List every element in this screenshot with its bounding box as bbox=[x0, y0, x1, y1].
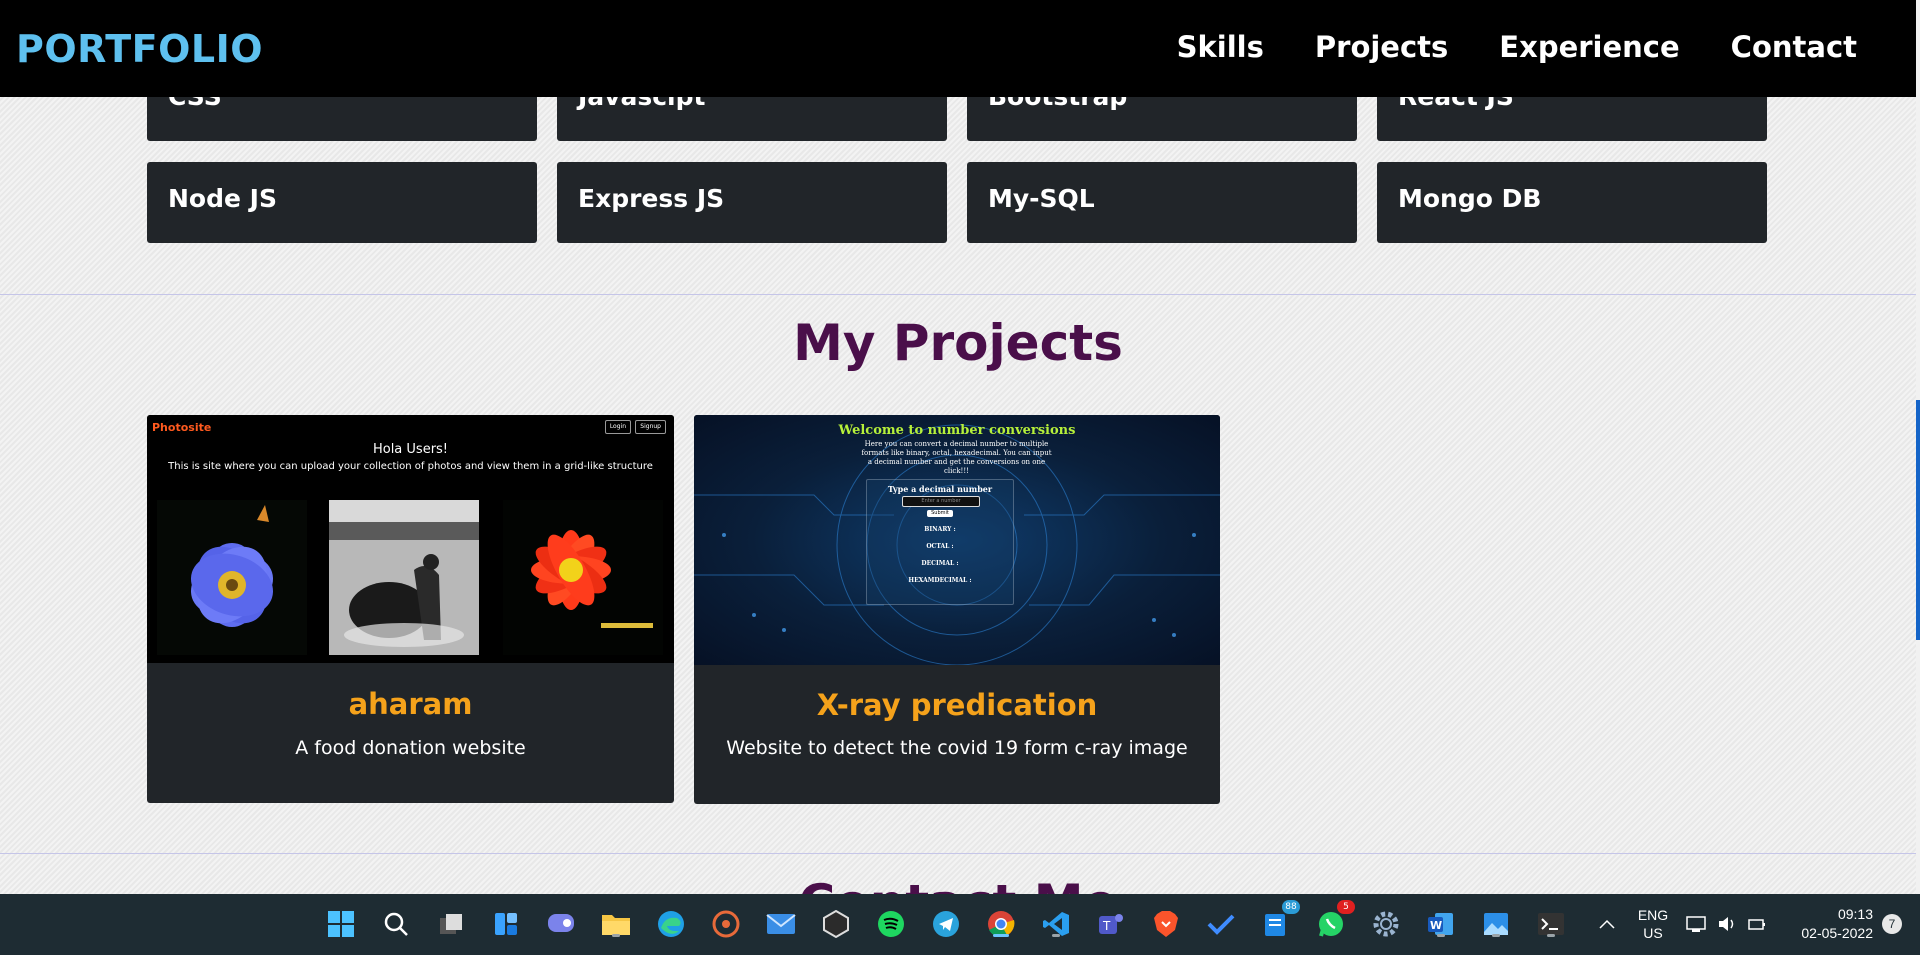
nav-link-projects[interactable]: Projects bbox=[1315, 30, 1448, 64]
preview-heading: Welcome to number conversions bbox=[838, 423, 1076, 438]
region-label: US bbox=[1643, 925, 1663, 941]
chevron-up-icon[interactable] bbox=[1595, 908, 1619, 940]
project-title[interactable]: X-ray predication bbox=[694, 688, 1220, 722]
running-indicator bbox=[1492, 934, 1500, 937]
spotify-icon[interactable] bbox=[875, 908, 907, 940]
notification-count[interactable]: 7 bbox=[1882, 914, 1902, 934]
project-preview-image: Welcome to number conversions Here you c… bbox=[694, 415, 1220, 665]
preview-submit: Submit bbox=[927, 510, 953, 517]
skill-tile: Express JS bbox=[557, 162, 947, 243]
language-label: ENG bbox=[1637, 907, 1669, 923]
taskbar: T 88 5 W ENG US 09:13 02-05-2022 7 bbox=[0, 894, 1920, 955]
skill-label: Mongo DB bbox=[1398, 184, 1542, 213]
widgets-icon[interactable] bbox=[490, 908, 522, 940]
nav-links: Skills Projects Experience Contact bbox=[1177, 30, 1857, 64]
todo-icon[interactable] bbox=[1205, 908, 1237, 940]
volume-icon[interactable] bbox=[1715, 908, 1739, 940]
chrome-icon[interactable] bbox=[985, 908, 1017, 940]
blue-flower-photo bbox=[157, 500, 307, 655]
skill-tile: Mongo DB bbox=[1377, 162, 1767, 243]
mail-icon[interactable] bbox=[765, 908, 797, 940]
preview-paragraph: Here you can convert a decimal number to… bbox=[861, 440, 1052, 475]
terminal-icon[interactable] bbox=[1535, 908, 1567, 940]
preview-result: DECIMAL : bbox=[921, 560, 959, 567]
preview-signup-button: Signup bbox=[635, 420, 666, 434]
projects-title: My Projects bbox=[793, 314, 1123, 372]
tasks-icon[interactable]: 88 bbox=[1260, 900, 1300, 940]
nav-link-contact[interactable]: Contact bbox=[1731, 30, 1857, 64]
running-indicator bbox=[1052, 934, 1060, 937]
clock-time: 09:13 bbox=[1837, 906, 1873, 922]
preview-result: BINARY : bbox=[924, 526, 956, 533]
whatsapp-badge: 5 bbox=[1337, 900, 1355, 914]
tasks-badge: 88 bbox=[1282, 900, 1300, 914]
active-indicator bbox=[993, 934, 1009, 937]
grayscale-photo bbox=[329, 500, 479, 655]
preview-subheading: This is site where you can upload your c… bbox=[168, 461, 653, 472]
navbar: PORTFOLIO Skills Projects Experience Con… bbox=[0, 0, 1916, 97]
unity-icon[interactable] bbox=[820, 908, 852, 940]
svg-text:W: W bbox=[1430, 919, 1442, 932]
word-icon[interactable]: W bbox=[1425, 908, 1457, 940]
project-card[interactable]: Photosite Login Signup Hola Users! This … bbox=[147, 415, 674, 803]
clock[interactable]: 09:13 02-05-2022 bbox=[1783, 905, 1873, 943]
project-card[interactable]: Welcome to number conversions Here you c… bbox=[694, 415, 1220, 804]
groove-music-icon[interactable] bbox=[710, 908, 742, 940]
conversion-box: Type a decimal number Enter a number Sub… bbox=[866, 479, 1014, 605]
project-description: Website to detect the covid 19 form c-ra… bbox=[726, 737, 1188, 759]
edge-icon[interactable] bbox=[655, 908, 687, 940]
brand-logo[interactable]: PORTFOLIO bbox=[16, 27, 263, 71]
preview-input-label: Type a decimal number bbox=[887, 484, 993, 494]
settings-icon[interactable] bbox=[1370, 908, 1402, 940]
preview-result: OCTAL : bbox=[926, 543, 954, 550]
red-flower-photo bbox=[503, 500, 663, 655]
task-view-icon[interactable] bbox=[435, 908, 467, 940]
skill-tile: Node JS bbox=[147, 162, 537, 243]
project-description: A food donation website bbox=[295, 737, 526, 759]
language-indicator[interactable]: ENG US bbox=[1633, 906, 1673, 942]
telegram-icon[interactable] bbox=[930, 908, 962, 940]
network-icon[interactable] bbox=[1685, 908, 1709, 940]
photos-icon[interactable] bbox=[1480, 908, 1512, 940]
file-explorer-icon[interactable] bbox=[600, 908, 632, 940]
chat-icon[interactable] bbox=[545, 908, 577, 940]
clock-date: 02-05-2022 bbox=[1801, 925, 1873, 941]
project-title[interactable]: aharam bbox=[147, 687, 674, 721]
windows-start-icon[interactable] bbox=[325, 908, 357, 940]
whatsapp-icon[interactable]: 5 bbox=[1315, 900, 1355, 940]
svg-text:T: T bbox=[1102, 919, 1111, 933]
preview-login-button: Login bbox=[604, 420, 631, 434]
preview-heading: Hola Users! bbox=[372, 442, 449, 457]
battery-icon[interactable] bbox=[1745, 908, 1769, 940]
vscode-icon[interactable] bbox=[1040, 908, 1072, 940]
preview-input: Enter a number bbox=[902, 496, 980, 507]
skill-label: Express JS bbox=[578, 184, 725, 213]
section-divider bbox=[0, 853, 1916, 854]
nav-link-skills[interactable]: Skills bbox=[1177, 30, 1264, 64]
skill-tile: My-SQL bbox=[967, 162, 1357, 243]
skill-label: My-SQL bbox=[988, 184, 1095, 213]
preview-result: HEXAMDECIMAL : bbox=[908, 577, 972, 584]
scrollbar-thumb[interactable] bbox=[1916, 400, 1920, 640]
running-indicator bbox=[1437, 934, 1445, 937]
search-icon[interactable] bbox=[380, 908, 412, 940]
nav-link-experience[interactable]: Experience bbox=[1499, 30, 1679, 64]
preview-brand: Photosite bbox=[152, 421, 212, 434]
page-scrollbar[interactable] bbox=[1916, 0, 1920, 894]
brave-icon[interactable] bbox=[1150, 908, 1182, 940]
running-indicator bbox=[612, 934, 620, 937]
project-preview-image: Photosite Login Signup Hola Users! This … bbox=[147, 415, 674, 663]
skill-label: Node JS bbox=[168, 184, 277, 213]
section-divider bbox=[0, 294, 1916, 295]
running-indicator bbox=[1547, 934, 1555, 937]
teams-icon[interactable]: T bbox=[1095, 908, 1127, 940]
